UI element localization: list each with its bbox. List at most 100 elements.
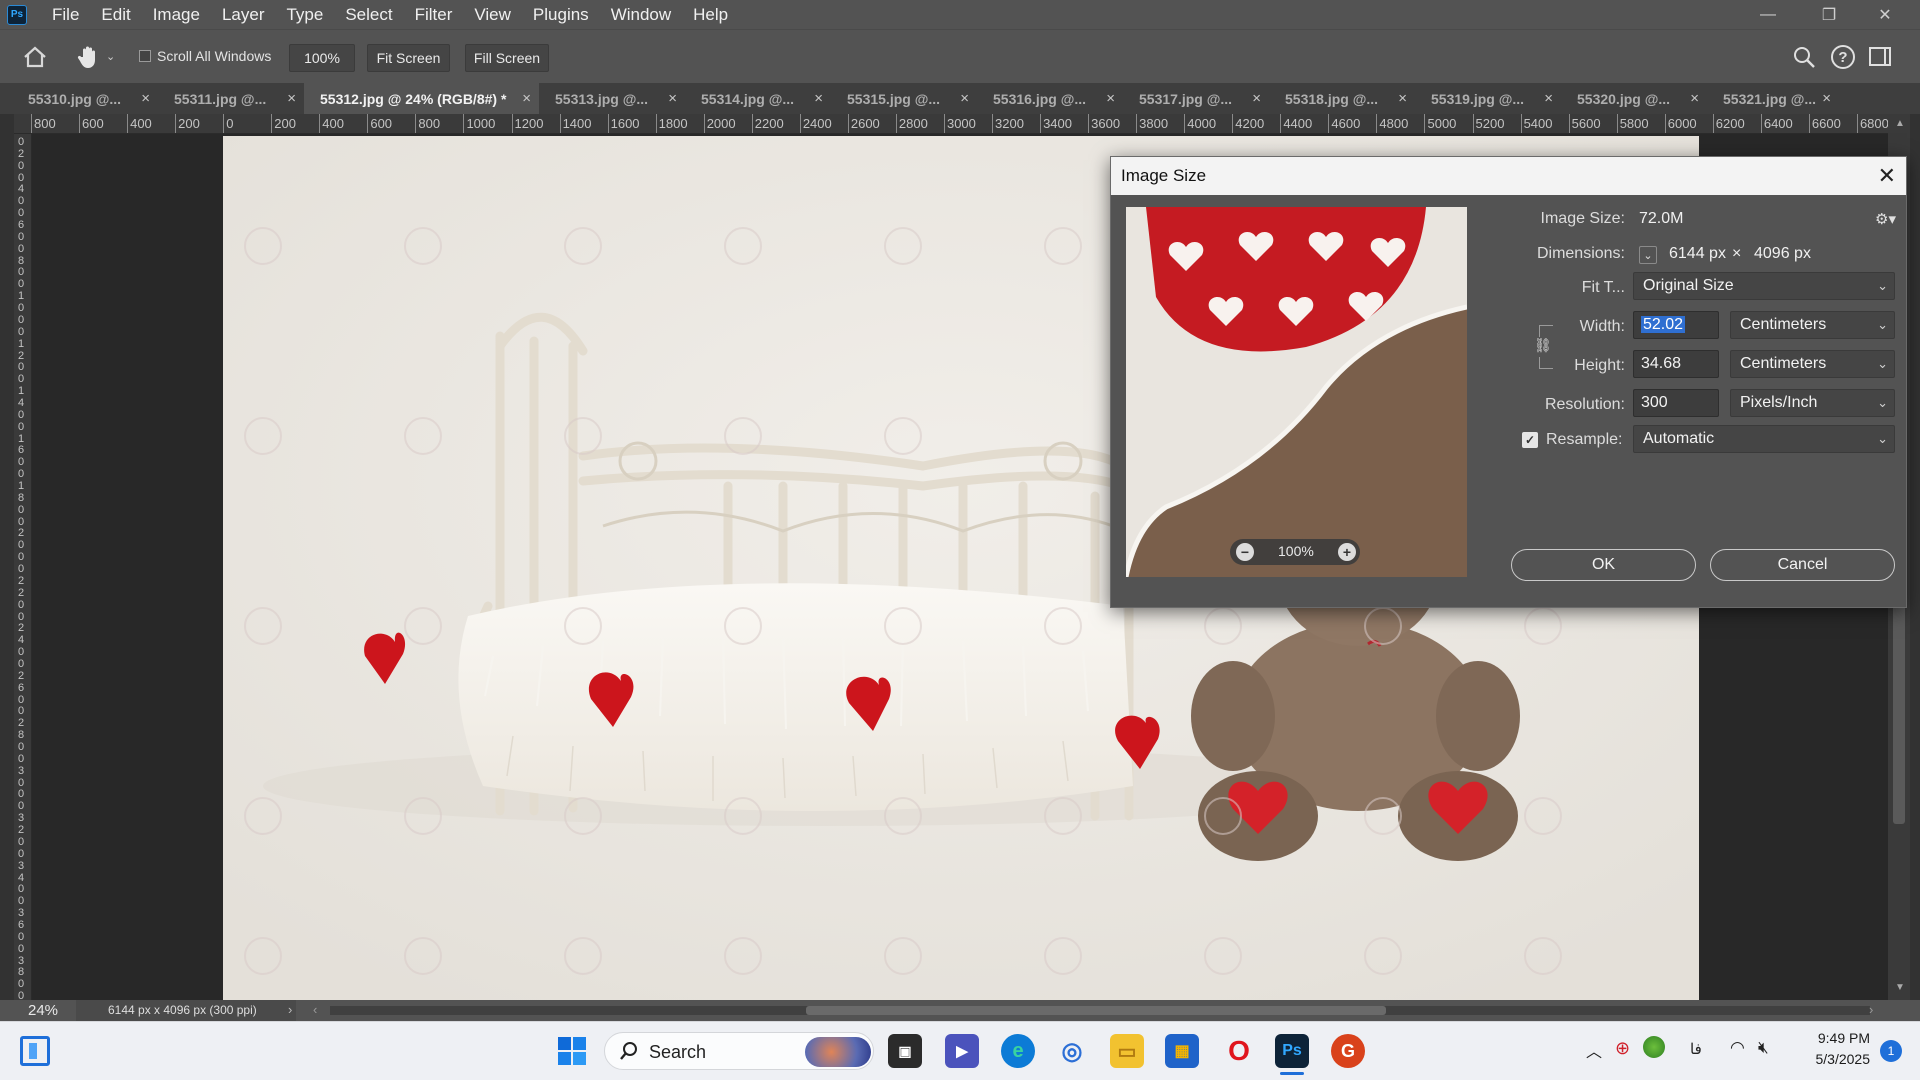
ok-button[interactable]: OK [1511,549,1696,581]
zoom-100-button[interactable]: 100% [289,44,355,72]
resolution-input[interactable]: 300 [1633,389,1719,417]
zoom-out-icon[interactable]: − [1236,543,1254,561]
menu-plugins[interactable]: Plugins [522,0,600,29]
tab-55317[interactable]: 55317.jpg @... × [1123,83,1269,114]
search-icon[interactable] [1792,45,1816,69]
tab-55313[interactable]: 55313.jpg @... × [539,83,685,114]
hand-tool-icon[interactable] [76,44,102,70]
notification-badge[interactable]: 1 [1880,1040,1902,1062]
resample-select[interactable]: Automatic ⌄ [1633,425,1895,453]
tab-55318[interactable]: 55318.jpg @... × [1269,83,1415,114]
dimensions-unit-chevron-icon[interactable]: ⌄ [1639,246,1657,264]
image-preview[interactable]: − 100% + [1126,207,1467,577]
workspace-layout-icon[interactable] [1869,47,1891,66]
menu-image[interactable]: Image [142,0,211,29]
scroll-down-icon[interactable]: ▼ [1895,982,1905,993]
scroll-left-icon[interactable]: ‹ [313,1002,317,1017]
close-tab-icon[interactable]: × [141,90,150,107]
lens-app-icon[interactable]: ◎ [1055,1034,1089,1068]
close-tab-icon[interactable]: × [287,90,296,107]
input-language[interactable]: فا [1690,1040,1702,1058]
vertical-scroll-thumb[interactable] [1893,584,1905,824]
tab-55315[interactable]: 55315.jpg @... × [831,83,977,114]
link-proportions-icon[interactable]: ⛓ [1534,337,1552,357]
show-hidden-icons-chevron-icon[interactable]: ︿ [1586,1038,1602,1062]
width-input[interactable]: 52.02 [1633,311,1719,339]
fit-to-select[interactable]: Original Size ⌄ [1633,272,1895,300]
close-tab-icon[interactable]: × [814,90,823,107]
minimize-button[interactable]: — [1745,0,1791,29]
resample-checkbox[interactable]: ✓ [1522,432,1538,448]
close-tab-icon[interactable]: × [960,90,969,107]
close-window-button[interactable]: ✕ [1862,0,1908,29]
close-tab-icon[interactable]: × [1252,90,1261,107]
status-menu-chevron-icon[interactable]: › [288,1002,292,1017]
menu-edit[interactable]: Edit [90,0,141,29]
teams-icon[interactable]: ▶ [945,1034,979,1068]
fill-screen-button[interactable]: Fill Screen [465,44,549,72]
menu-filter[interactable]: Filter [404,0,464,29]
zoom-in-icon[interactable]: + [1338,543,1356,561]
wifi-icon[interactable]: ◠ [1730,1038,1745,1058]
horizontal-ruler[interactable]: 800 600 400 200 0 200 400 600 800 1000 1200 1400 160… [14,114,1894,134]
height-unit-select[interactable]: Centimeters ⌄ [1730,350,1895,378]
tab-55316[interactable]: 55316.jpg @... × [977,83,1123,114]
horizontal-scrollbar[interactable] [330,1006,1870,1015]
menu-file[interactable]: File [41,0,90,29]
taskbar-search-box[interactable]: Search [604,1032,874,1070]
menu-view[interactable]: View [463,0,522,29]
menu-help[interactable]: Help [682,0,739,29]
tab-55320[interactable]: 55320.jpg @... × [1561,83,1707,114]
close-tab-icon[interactable]: × [1690,90,1699,107]
start-windows-icon[interactable] [557,1036,587,1066]
photoshop-logo-icon[interactable]: Ps [7,4,27,25]
tab-55321[interactable]: 55321.jpg @... × [1707,83,1839,114]
widgets-icon[interactable] [20,1036,50,1066]
vertical-ruler[interactable]: 0200400600800100012001400160018002000220… [14,134,32,1000]
menu-select[interactable]: Select [334,0,403,29]
resolution-unit-select[interactable]: Pixels/Inch ⌄ [1730,389,1895,417]
menu-type[interactable]: Type [275,0,334,29]
gear-icon[interactable]: ⚙▾ [1875,210,1896,228]
opera-browser-icon[interactable]: O [1222,1034,1256,1068]
horizontal-scroll-thumb[interactable] [806,1006,1386,1015]
tab-55312-active[interactable]: 55312.jpg @ 24% (RGB/8#) * × [304,83,539,114]
zoom-level[interactable]: 24% [28,1002,58,1019]
tool-preset-chevron-icon[interactable]: ⌄ [106,50,115,63]
edge-browser-icon[interactable]: e [1001,1034,1035,1068]
orange-app-icon[interactable]: G [1331,1034,1365,1068]
dialog-title-bar[interactable]: Image Size ✕ [1111,157,1906,195]
close-tab-icon[interactable]: × [522,90,531,107]
clock-time[interactable]: 9:49 PM [1800,1030,1870,1046]
task-view-icon[interactable]: ▣ [888,1034,922,1068]
microsoft-store-icon[interactable]: ▦ [1165,1034,1199,1068]
close-tab-icon[interactable]: × [1822,90,1831,107]
tab-55310[interactable]: 55310.jpg @... × [12,83,158,114]
photoshop-taskbar-icon[interactable]: Ps [1275,1034,1309,1068]
tab-55314[interactable]: 55314.jpg @... × [685,83,831,114]
clock-date[interactable]: 5/3/2025 [1800,1051,1871,1067]
tab-55319[interactable]: 55319.jpg @... × [1415,83,1561,114]
width-unit-select[interactable]: Centimeters ⌄ [1730,311,1895,339]
close-tab-icon[interactable]: × [1544,90,1553,107]
home-icon[interactable] [22,46,48,68]
tab-55311[interactable]: 55311.jpg @... × [158,83,304,114]
speaker-muted-icon[interactable]: 🔇︎ [1758,1038,1769,1058]
close-tab-icon[interactable]: × [1106,90,1115,107]
menu-window[interactable]: Window [600,0,682,29]
scroll-up-icon[interactable]: ▲ [1895,118,1905,129]
tray-target-icon[interactable]: ⊕ [1615,1038,1630,1059]
dialog-close-icon[interactable]: ✕ [1878,163,1896,189]
menu-layer[interactable]: Layer [211,0,276,29]
maximize-button[interactable]: ❐ [1806,0,1852,29]
close-tab-icon[interactable]: × [668,90,677,107]
scroll-right-icon[interactable]: › [1869,1002,1873,1017]
file-explorer-icon[interactable]: ▭ [1110,1034,1144,1068]
fit-screen-button[interactable]: Fit Screen [367,44,450,72]
help-icon[interactable]: ? [1831,45,1855,69]
scroll-all-windows-checkbox[interactable] [139,50,151,62]
tray-globe-icon[interactable] [1643,1036,1665,1058]
cancel-button[interactable]: Cancel [1710,549,1895,581]
close-tab-icon[interactable]: × [1398,90,1407,107]
height-input[interactable]: 34.68 [1633,350,1719,378]
